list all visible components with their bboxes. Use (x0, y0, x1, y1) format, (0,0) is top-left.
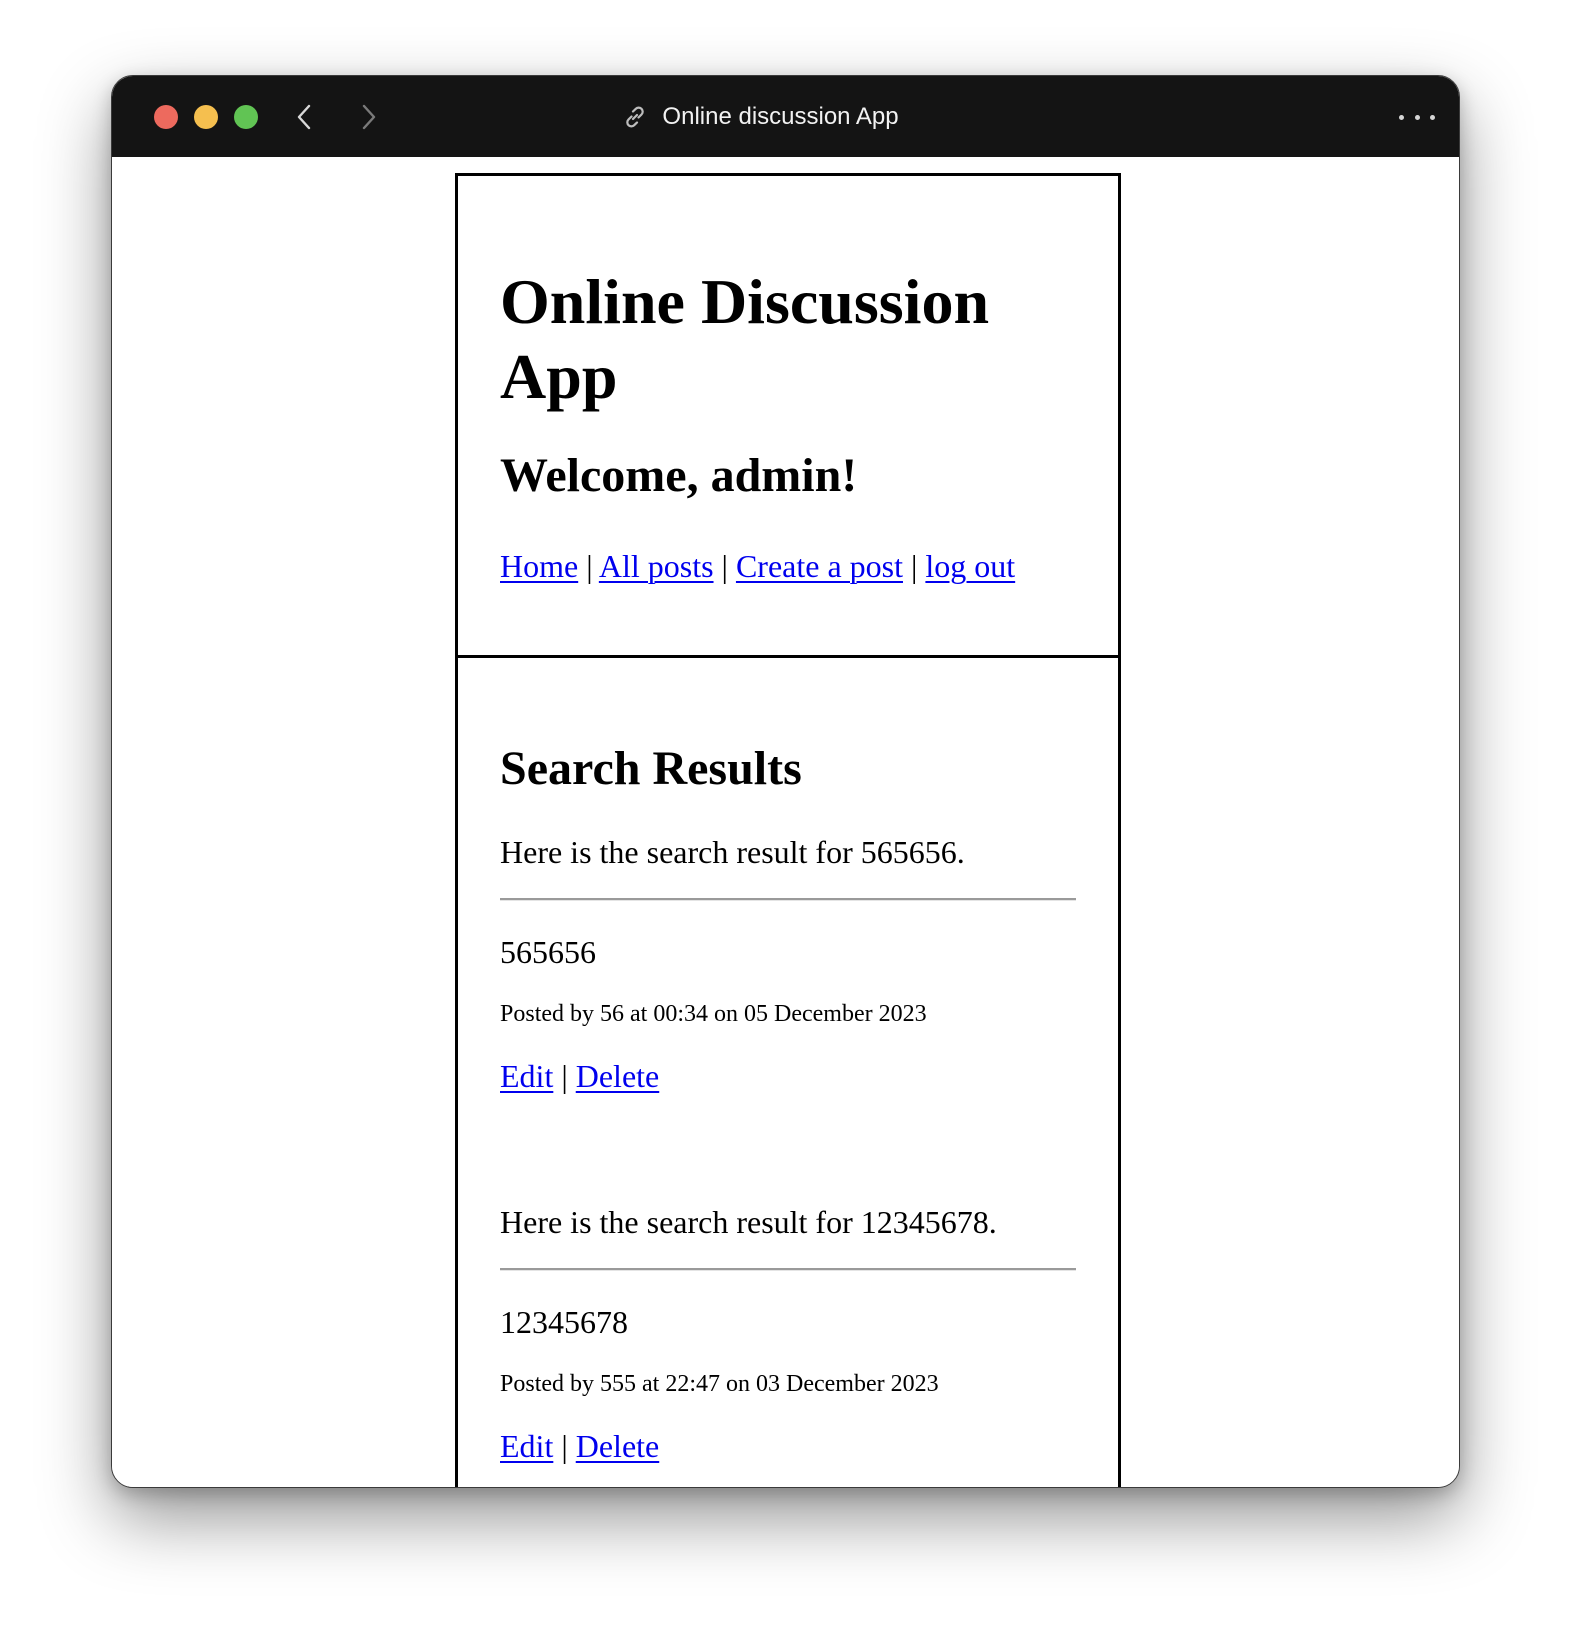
post-actions: Edit | Delete (500, 1056, 659, 1096)
divider (500, 1268, 1076, 1271)
delete-post-link[interactable]: Delete (576, 1428, 660, 1464)
app-title: Online Discussion App (500, 266, 990, 412)
action-separator: | (561, 1058, 568, 1094)
nav-all-posts-link[interactable]: All posts (599, 548, 714, 584)
action-separator: | (561, 1428, 568, 1464)
delete-post-link[interactable]: Delete (576, 1058, 660, 1094)
edit-post-link[interactable]: Edit (500, 1058, 553, 1094)
link-icon (622, 104, 648, 130)
page-content: Online Discussion App Welcome, admin! Ho… (112, 157, 1459, 1487)
browser-window: Online discussion App Online Discussion … (111, 75, 1460, 1488)
edit-post-link[interactable]: Edit (500, 1428, 553, 1464)
welcome-message: Welcome, admin! (500, 449, 858, 502)
nav-logout-link[interactable]: log out (925, 548, 1015, 584)
main-nav: Home | All posts | Create a post | log o… (500, 546, 1015, 586)
search-result-intro: Here is the search result for 12345678. (500, 1204, 997, 1240)
search-result-intro: Here is the search result for 565656. (500, 834, 965, 870)
window-title-area: Online discussion App (112, 76, 1459, 157)
nav-home-link[interactable]: Home (500, 548, 578, 584)
divider (500, 898, 1076, 901)
nav-separator: | (721, 548, 728, 584)
window-title: Online discussion App (662, 102, 899, 130)
post-meta: Posted by 56 at 00:34 on 05 December 202… (500, 1001, 927, 1027)
post-title: 565656 (500, 934, 596, 970)
post-meta: Posted by 555 at 22:47 on 03 December 20… (500, 1371, 939, 1397)
search-results-section: Search Results Here is the search result… (455, 655, 1121, 1487)
nav-create-post-link[interactable]: Create a post (736, 548, 903, 584)
post-actions: Edit | Delete (500, 1426, 659, 1466)
site-header: Online Discussion App Welcome, admin! Ho… (455, 173, 1121, 658)
post-title: 12345678 (500, 1304, 628, 1340)
more-dots-icon (1399, 114, 1404, 120)
nav-separator: | (586, 548, 593, 584)
nav-separator: | (910, 548, 918, 584)
search-results-title: Search Results (500, 742, 802, 795)
title-bar: Online discussion App (112, 76, 1459, 157)
more-options-button[interactable] (1399, 102, 1435, 132)
